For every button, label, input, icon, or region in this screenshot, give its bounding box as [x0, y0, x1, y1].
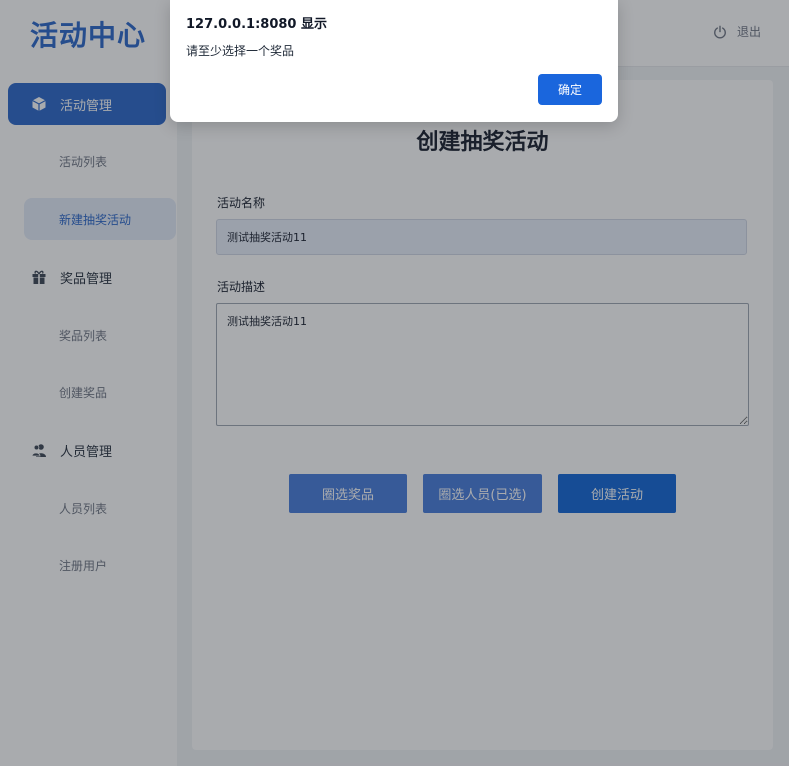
dialog-title: 127.0.0.1:8080 显示 [186, 17, 327, 32]
dialog-ok-button[interactable]: 确定 [538, 74, 602, 105]
dialog-message: 请至少选择一个奖品 [186, 44, 295, 58]
alert-dialog: 127.0.0.1:8080 显示 请至少选择一个奖品 确定 [170, 0, 618, 122]
